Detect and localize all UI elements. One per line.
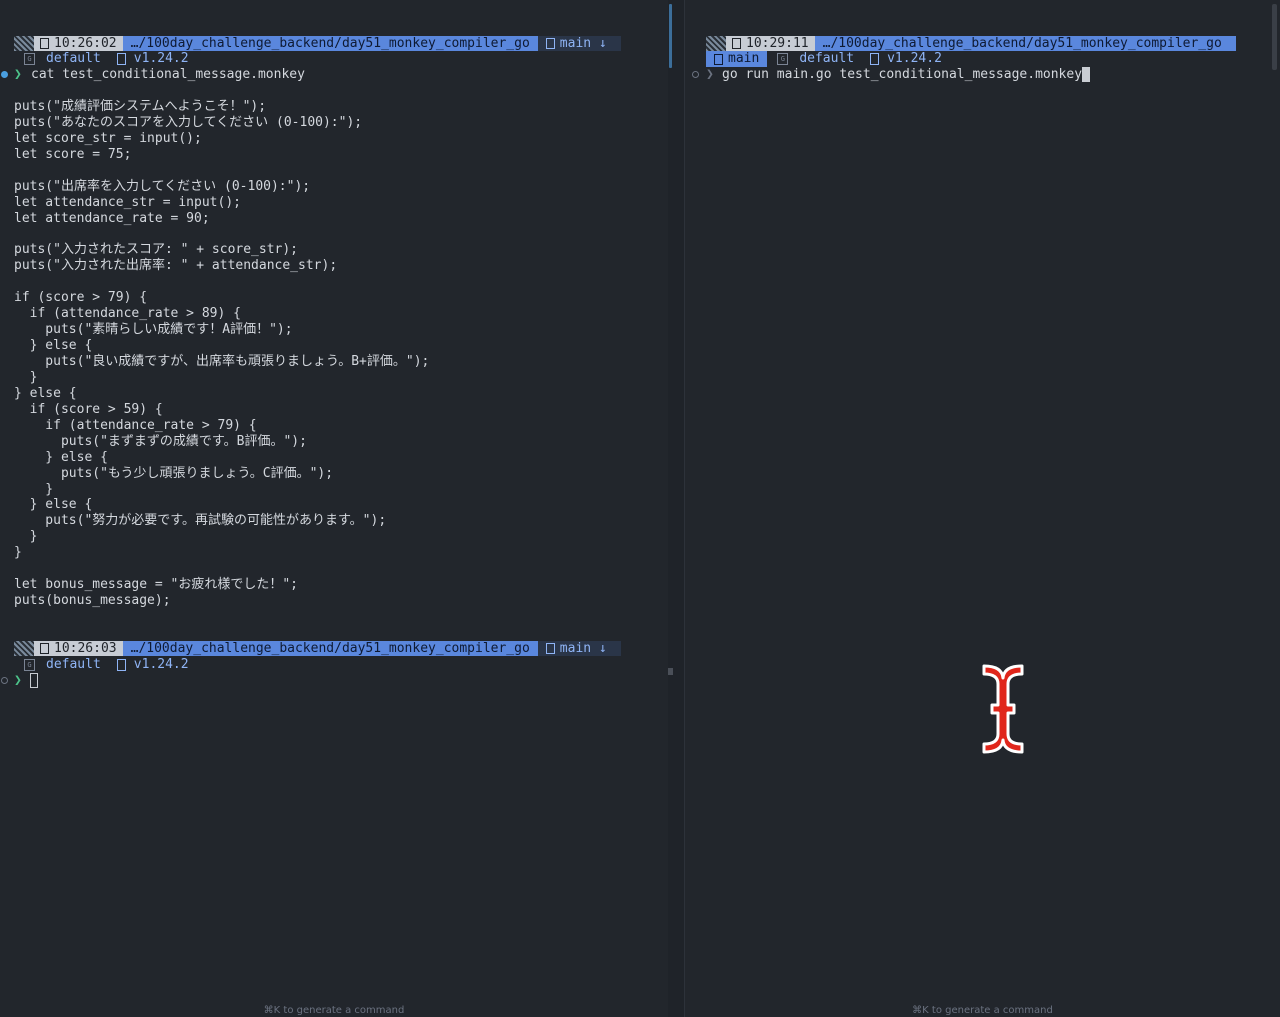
command-status-dot xyxy=(1,71,8,78)
split-resize-handle[interactable] xyxy=(668,668,673,675)
file-output-line: let score = 75; xyxy=(14,146,132,162)
branch-icon xyxy=(545,38,555,49)
clock-icon xyxy=(732,38,741,49)
left-terminal-pane[interactable]: 10:26:02 …/100day_challenge_backend/day5… xyxy=(0,0,668,1017)
go-icon xyxy=(116,659,126,671)
status-line-2: G default v1.24.2 xyxy=(24,657,189,673)
file-output-line: } xyxy=(14,545,22,561)
file-output-line: puts("素晴らしい成績です！A評価！"); xyxy=(14,322,293,338)
clock-icon xyxy=(40,38,49,49)
branch-icon xyxy=(714,53,723,65)
file-output-line: puts("もう少し頑張りましょう。C評価。"); xyxy=(14,465,334,481)
file-output-line: } else { xyxy=(14,449,108,465)
gcloud-icon: G xyxy=(24,53,35,65)
prompt-bar-2: 10:26:03 …/100day_challenge_backend/day5… xyxy=(14,641,621,656)
prompt-time: 10:26:03 xyxy=(34,641,123,656)
file-output-line: if (attendance_rate > 79) { xyxy=(14,417,257,433)
file-output-line: } xyxy=(14,481,54,497)
file-output-line: puts("出席率を入力してください (0-100):"); xyxy=(14,178,311,194)
file-output-line: puts("努力が必要です。再試験の可能性があります。"); xyxy=(14,513,387,529)
file-output-line: if (score > 79) { xyxy=(14,290,148,306)
file-output-line: puts("入力された出席率: " + attendance_str); xyxy=(14,258,338,274)
file-output-line: } xyxy=(14,529,38,545)
prompt-bar-1: 10:26:02 …/100day_challenge_backend/day5… xyxy=(14,36,621,51)
status-line-1: G default v1.24.2 xyxy=(24,51,189,67)
file-output-line: puts("成績評価システムへようこそ！"); xyxy=(14,98,267,114)
prompt-path: …/100day_challenge_backend/day51_monkey_… xyxy=(122,36,538,51)
file-output-line: puts("あなたのスコアを入力してください (0-100):"); xyxy=(14,114,363,130)
file-output-line: if (attendance_rate > 89) { xyxy=(14,306,241,322)
generate-command-hint[interactable]: ⌘K to generate a command xyxy=(0,1005,668,1016)
os-icon xyxy=(14,641,34,656)
prompt-chevron-icon: ❯ xyxy=(706,67,714,82)
prompt-time: 10:26:02 xyxy=(34,36,123,51)
prompt-path: …/100day_challenge_backend/day51_monkey_… xyxy=(814,36,1230,51)
right-pane-scrollbar[interactable] xyxy=(1272,4,1277,70)
clock-icon xyxy=(40,643,49,654)
ibeam-cursor-icon xyxy=(982,664,1024,754)
os-icon xyxy=(14,36,34,51)
prompt-git-branch: main xyxy=(706,51,768,67)
generate-command-hint[interactable]: ⌘K to generate a command xyxy=(685,1005,1280,1016)
file-output-line: } else { xyxy=(14,497,93,513)
go-version: v1.24.2 xyxy=(133,51,189,66)
gcloud-icon: G xyxy=(24,659,35,671)
prompt-path: …/100day_challenge_backend/day51_monkey_… xyxy=(122,641,538,656)
text-cursor xyxy=(1082,67,1091,82)
prompt-git-branch: main ↓ xyxy=(537,641,615,656)
prompt-time: 10:29:11 xyxy=(726,36,815,51)
context-label: default xyxy=(46,657,101,672)
os-icon xyxy=(706,36,726,51)
file-output-line: puts("入力されたスコア: " + score_str); xyxy=(14,242,299,258)
prompt-bar-cap xyxy=(614,36,621,51)
go-icon xyxy=(870,53,880,65)
prompt-git-branch: main ↓ xyxy=(537,36,615,51)
terminal-input-cursor[interactable] xyxy=(30,673,38,688)
command-input[interactable]: go run main.go test_conditional_message.… xyxy=(722,67,1091,83)
file-output-line: } else { xyxy=(14,338,93,354)
prompt-bar-right: 10:29:11 …/100day_challenge_backend/day5… xyxy=(706,36,1236,51)
file-output-line: if (score > 59) { xyxy=(14,401,163,417)
branch-icon xyxy=(545,643,555,654)
prompt-chevron-icon: ❯ xyxy=(14,67,22,82)
pane-divider[interactable] xyxy=(668,0,685,1017)
idle-status-dot xyxy=(1,677,8,684)
context-label: default xyxy=(46,51,101,66)
right-terminal-pane[interactable]: 10:29:11 …/100day_challenge_backend/day5… xyxy=(685,0,1280,1017)
prompt-bar-cap xyxy=(614,641,621,656)
file-output-line: puts("良い成績ですが、出席率も頑張りましょう。B+評価。"); xyxy=(14,353,430,369)
gcloud-icon: G xyxy=(777,53,789,65)
file-output-line: puts("まずまずの成績です。B評価。"); xyxy=(14,433,307,449)
prompt-bar-cap xyxy=(1229,36,1236,51)
file-output-line: let bonus_message = "お疲れ様でした！"; xyxy=(14,577,299,593)
go-icon xyxy=(116,53,126,65)
idle-status-dot xyxy=(692,71,699,78)
file-output-line: let attendance_str = input(); xyxy=(14,194,241,210)
prompt-chevron-icon: ❯ xyxy=(14,673,22,688)
status-line-right: main G default v1.24.2 xyxy=(706,51,942,67)
file-output-line: } xyxy=(14,369,38,385)
go-version: v1.24.2 xyxy=(133,657,189,672)
file-output-line: let score_str = input(); xyxy=(14,130,202,146)
file-output-line: let attendance_rate = 90; xyxy=(14,210,210,226)
file-output-line: puts(bonus_message); xyxy=(14,593,171,609)
context-label: default xyxy=(799,51,855,66)
executed-command[interactable]: cat test_conditional_message.monkey xyxy=(31,67,305,83)
go-version: v1.24.2 xyxy=(887,51,942,66)
file-output-line: } else { xyxy=(14,385,77,401)
left-pane-scroll-indicator[interactable] xyxy=(669,4,672,68)
